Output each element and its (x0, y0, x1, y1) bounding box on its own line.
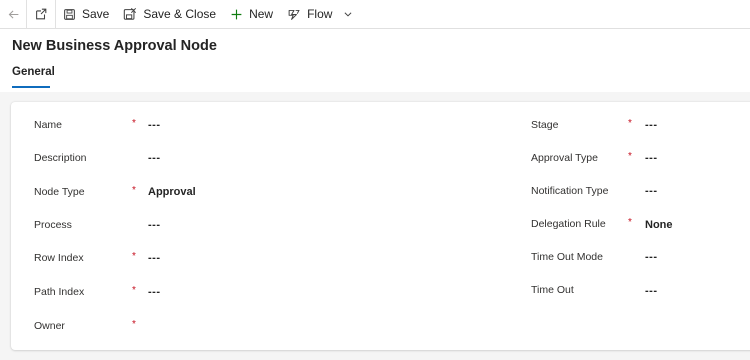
command-bar: Save Save & Close New Flow (0, 0, 750, 29)
name-label: Name (34, 119, 63, 131)
node-type-field[interactable]: Approval (148, 186, 196, 198)
tab-selected-indicator (12, 86, 50, 88)
notification-type-field[interactable]: --- (645, 185, 658, 197)
description-label: Description (34, 152, 87, 164)
required-indicator: * (628, 118, 632, 129)
new-label: New (249, 7, 274, 21)
save-icon (64, 8, 75, 20)
form-header: New Business Approval Node General (0, 29, 750, 92)
path-index-label: Path Index (34, 286, 85, 298)
pop-out-icon (36, 8, 47, 20)
save-button[interactable]: Save (56, 0, 116, 29)
required-indicator: * (132, 285, 136, 296)
stage-field[interactable]: --- (645, 119, 658, 131)
row-index-field[interactable]: --- (148, 252, 161, 264)
delegation-rule-label: Delegation Rule (531, 218, 606, 230)
new-button[interactable]: New (223, 0, 280, 29)
chevron-down-icon (344, 12, 352, 17)
required-indicator: * (628, 151, 632, 162)
process-field[interactable]: --- (148, 219, 161, 231)
owner-label: Owner (34, 320, 65, 332)
required-indicator: * (132, 118, 136, 129)
pop-out-button[interactable] (27, 0, 55, 29)
time-out-mode-field[interactable]: --- (645, 251, 658, 263)
required-indicator: * (628, 217, 632, 228)
node-type-label: Node Type (34, 186, 85, 198)
approval-type-field[interactable]: --- (645, 152, 658, 164)
time-out-mode-label: Time Out Mode (531, 251, 603, 263)
page-title: New Business Approval Node (12, 38, 217, 54)
time-out-label: Time Out (531, 284, 574, 296)
description-field[interactable]: --- (148, 152, 161, 164)
stage-label: Stage (531, 119, 559, 131)
save-close-label: Save & Close (143, 7, 217, 21)
save-label: Save (82, 7, 110, 21)
required-indicator: * (132, 251, 136, 262)
tab-general[interactable]: General (12, 66, 55, 78)
flow-label: Flow (307, 7, 333, 21)
flow-icon (288, 9, 300, 20)
delegation-rule-field[interactable]: None (645, 219, 673, 231)
save-close-button[interactable]: Save & Close (116, 0, 223, 29)
time-out-field[interactable]: --- (645, 285, 658, 297)
required-indicator: * (132, 319, 136, 330)
row-index-label: Row Index (34, 252, 84, 264)
save-close-icon (124, 7, 137, 20)
flow-button[interactable]: Flow (280, 0, 360, 29)
back-arrow-icon (8, 9, 18, 19)
notification-type-label: Notification Type (531, 185, 609, 197)
add-icon (231, 9, 242, 19)
back-button[interactable] (0, 0, 26, 29)
approval-type-label: Approval Type (531, 152, 598, 164)
general-section (11, 102, 750, 350)
path-index-field[interactable]: --- (148, 286, 161, 298)
name-field[interactable]: --- (148, 119, 161, 131)
process-label: Process (34, 219, 72, 231)
required-indicator: * (132, 185, 136, 196)
